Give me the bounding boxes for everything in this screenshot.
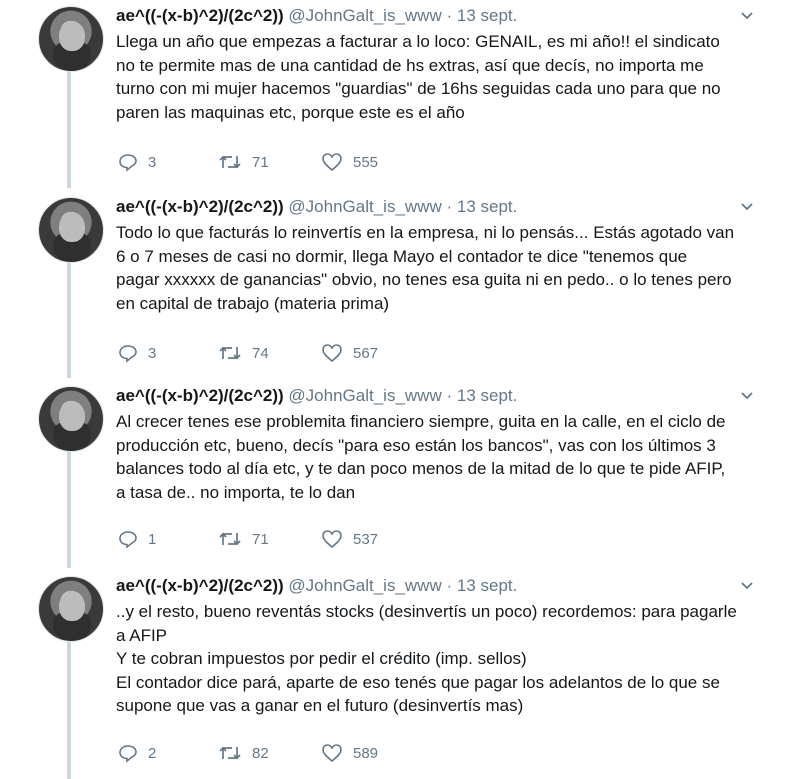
chevron-down-icon[interactable] [740,9,754,23]
reply-button[interactable]: 3 [118,151,156,173]
chevron-down-icon[interactable] [740,389,754,403]
retweet-icon [219,532,241,546]
tweet-line: producción etc, bueno, decís "para eso e… [116,435,716,455]
like-count: 537 [353,530,379,548]
tweet[interactable]: ae^((-(x-b)^2)/(2c^2)) @JohnGalt_is_www … [0,576,800,779]
tweet-header: ae^((-(x-b)^2)/(2c^2)) @JohnGalt_is_www … [116,6,517,30]
author-name[interactable]: ae^((-(x-b)^2)/(2c^2)) [116,386,284,405]
separator: · [446,197,453,216]
tweet-line: supone que vas a ganar en el futuro (des… [116,696,524,715]
avatar[interactable] [38,6,104,72]
chevron-down-icon[interactable] [740,579,754,593]
author-name[interactable]: ae^((-(x-b)^2)/(2c^2)) [116,576,284,595]
tweet-line: Al crecer tenes ese problemita financier… [116,412,726,431]
tweet-line: balances todo al día etc, y te dan poco … [116,459,726,478]
author-handle[interactable]: @JohnGalt_is_www [288,197,441,216]
tweet-line: 6 o 7 meses de casi no dormir, llega May… [116,246,688,266]
heart-icon [322,344,342,363]
like-button[interactable]: 555 [321,151,378,173]
reply-button[interactable]: 2 [118,742,156,764]
tweet-header: ae^((-(x-b)^2)/(2c^2)) @JohnGalt_is_www … [116,576,517,600]
reply-count: 3 [148,153,157,171]
retweet-icon [219,155,241,169]
tweet-date[interactable]: 13 sept. [457,6,518,25]
tweet[interactable]: ae^((-(x-b)^2)/(2c^2)) @JohnGalt_is_www … [0,386,800,572]
retweet-button[interactable]: 71 [218,151,269,173]
tweet[interactable]: ae^((-(x-b)^2)/(2c^2)) @JohnGalt_is_www … [0,6,800,192]
like-button[interactable]: 567 [321,342,378,364]
tweet-text: Todo lo que facturás lo reinvertís en la… [116,221,776,315]
tweet-line: Llega un año que empezas a facturar a lo… [116,32,720,51]
tweet-line: Y te cobran impuestos por pedir el crédi… [116,649,527,668]
like-count: 567 [353,344,379,362]
retweet-button[interactable]: 74 [218,342,269,364]
like-button[interactable]: 537 [321,528,378,550]
retweet-icon [219,746,241,760]
reply-icon [119,345,137,363]
reply-icon [119,154,137,172]
tweet-header: ae^((-(x-b)^2)/(2c^2)) @JohnGalt_is_www … [116,386,517,410]
tweet-date[interactable]: 13 sept. [457,386,518,405]
author-name[interactable]: ae^((-(x-b)^2)/(2c^2)) [116,6,284,25]
tweet-line: El contador dice pará, aparte de eso ten… [116,672,720,692]
author-name[interactable]: ae^((-(x-b)^2)/(2c^2)) [116,197,284,216]
tweet-line: a tasa de.. no importa, te lo dan [116,482,356,502]
heart-icon [322,153,342,172]
author-handle[interactable]: @JohnGalt_is_www [288,386,441,405]
separator: · [446,6,453,25]
author-handle[interactable]: @JohnGalt_is_www [288,6,441,25]
chevron-down-icon[interactable] [740,200,754,214]
tweet-date[interactable]: 13 sept. [457,576,518,595]
tweet-text: Llega un año que empezas a facturar a lo… [116,30,776,124]
tweet-line: a AFIP [116,625,168,645]
reply-button[interactable]: 1 [118,528,156,550]
tweet-line: Todo lo que facturás lo reinvertís en la… [116,223,735,242]
tweet-line: pagar xxxxxx de ganancias" obvio, no ten… [116,270,732,289]
avatar[interactable] [38,386,104,452]
tweet-text: ..y el resto, bueno reventás stocks (des… [116,600,776,718]
reply-count: 2 [148,744,157,762]
tweet-line: en capital de trabajo (materia prima) [116,293,390,313]
reply-icon [119,531,137,549]
retweet-count: 71 [252,153,269,171]
tweet-line: turno con mi mujer hacemos "guardias" de… [116,79,721,98]
reply-count: 3 [148,344,157,362]
retweet-icon [219,346,241,360]
reply-button[interactable]: 3 [118,342,156,364]
tweet-text: Al crecer tenes ese problemita financier… [116,410,776,504]
tweet-line: no te permite mas de una cantidad de hs … [116,55,704,75]
heart-icon [322,530,342,549]
tweet-header: ae^((-(x-b)^2)/(2c^2)) @JohnGalt_is_www … [116,197,517,221]
tweet-date[interactable]: 13 sept. [457,197,518,216]
avatar[interactable] [38,576,104,642]
retweet-count: 74 [252,344,269,362]
avatar[interactable] [38,197,104,263]
separator: · [446,386,453,405]
like-count: 555 [353,153,379,171]
retweet-count: 82 [252,744,269,762]
heart-icon [322,744,342,763]
retweet-button[interactable]: 82 [218,742,269,764]
separator: · [446,576,453,595]
tweet[interactable]: ae^((-(x-b)^2)/(2c^2)) @JohnGalt_is_www … [0,197,800,383]
author-handle[interactable]: @JohnGalt_is_www [288,576,441,595]
tweet-line: paren las maquinas etc, porque este es e… [116,102,465,122]
tweet-line: ..y el resto, bueno reventás stocks (des… [116,602,737,621]
retweet-count: 71 [252,530,269,548]
like-count: 589 [353,744,379,762]
like-button[interactable]: 589 [321,742,378,764]
reply-count: 1 [148,530,157,548]
reply-icon [119,745,137,763]
retweet-button[interactable]: 71 [218,528,269,550]
